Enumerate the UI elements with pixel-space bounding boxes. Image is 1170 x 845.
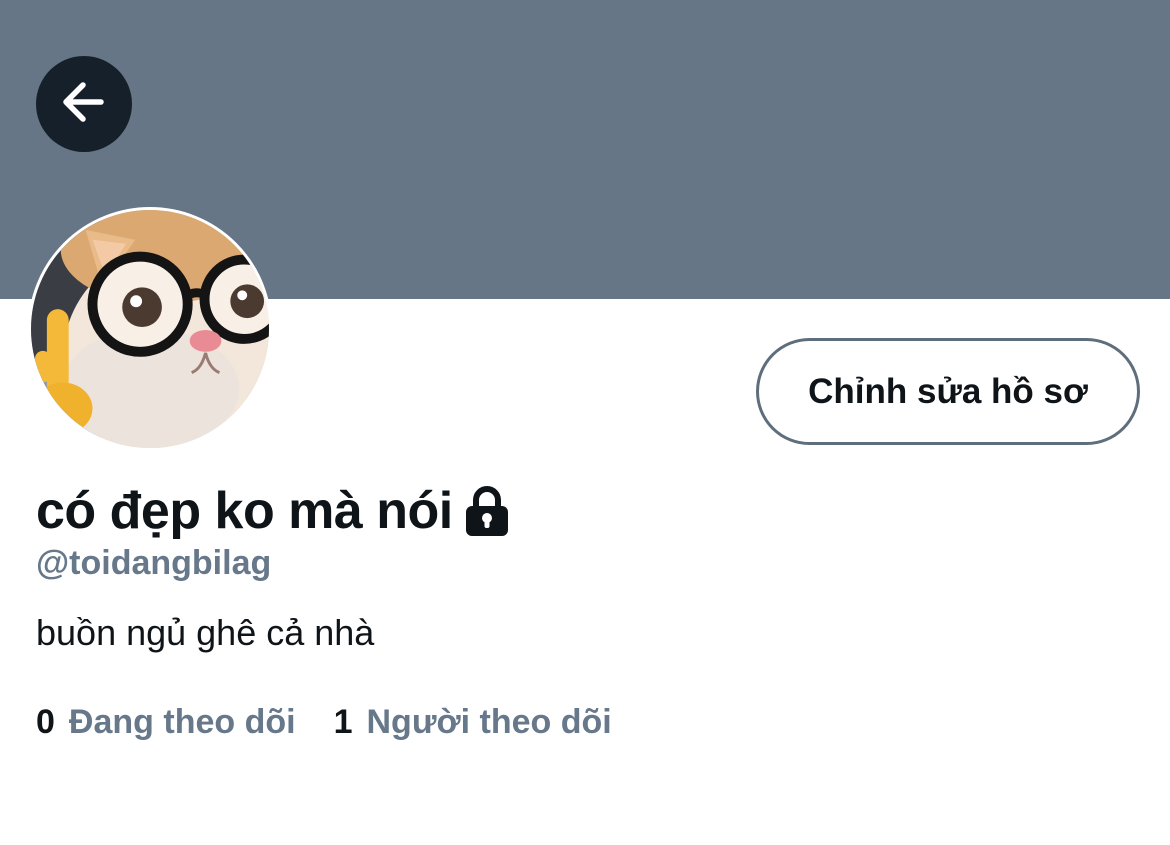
followers-link[interactable]: 1 Người theo dõi: [334, 703, 612, 742]
display-name: có đẹp ko mà nói: [36, 482, 453, 540]
following-count: 0: [36, 703, 55, 741]
arrow-left-icon: [57, 75, 111, 134]
edit-profile-label: Chỉnh sửa hồ sơ: [808, 371, 1088, 411]
follow-stats: 0 Đang theo dõi 1 Người theo dõi: [36, 703, 612, 742]
profile-bio: buồn ngủ ghê cả nhà: [36, 612, 375, 653]
lock-icon: [463, 484, 511, 538]
followers-label: Người theo dõi: [366, 703, 612, 741]
profile-page: Chỉnh sửa hồ sơ có đẹp ko mà nói @toidan…: [0, 0, 1170, 845]
avatar-image: [31, 210, 269, 448]
followers-count: 1: [333, 703, 353, 741]
name-row: có đẹp ko mà nói: [36, 478, 511, 544]
edit-profile-button[interactable]: Chỉnh sửa hồ sơ: [756, 338, 1140, 445]
back-button[interactable]: [36, 56, 132, 152]
profile-handle: @toidangbilag: [36, 544, 272, 582]
following-link[interactable]: 0 Đang theo dõi: [36, 703, 296, 742]
following-label: Đang theo dõi: [68, 703, 296, 741]
avatar[interactable]: [28, 207, 272, 451]
